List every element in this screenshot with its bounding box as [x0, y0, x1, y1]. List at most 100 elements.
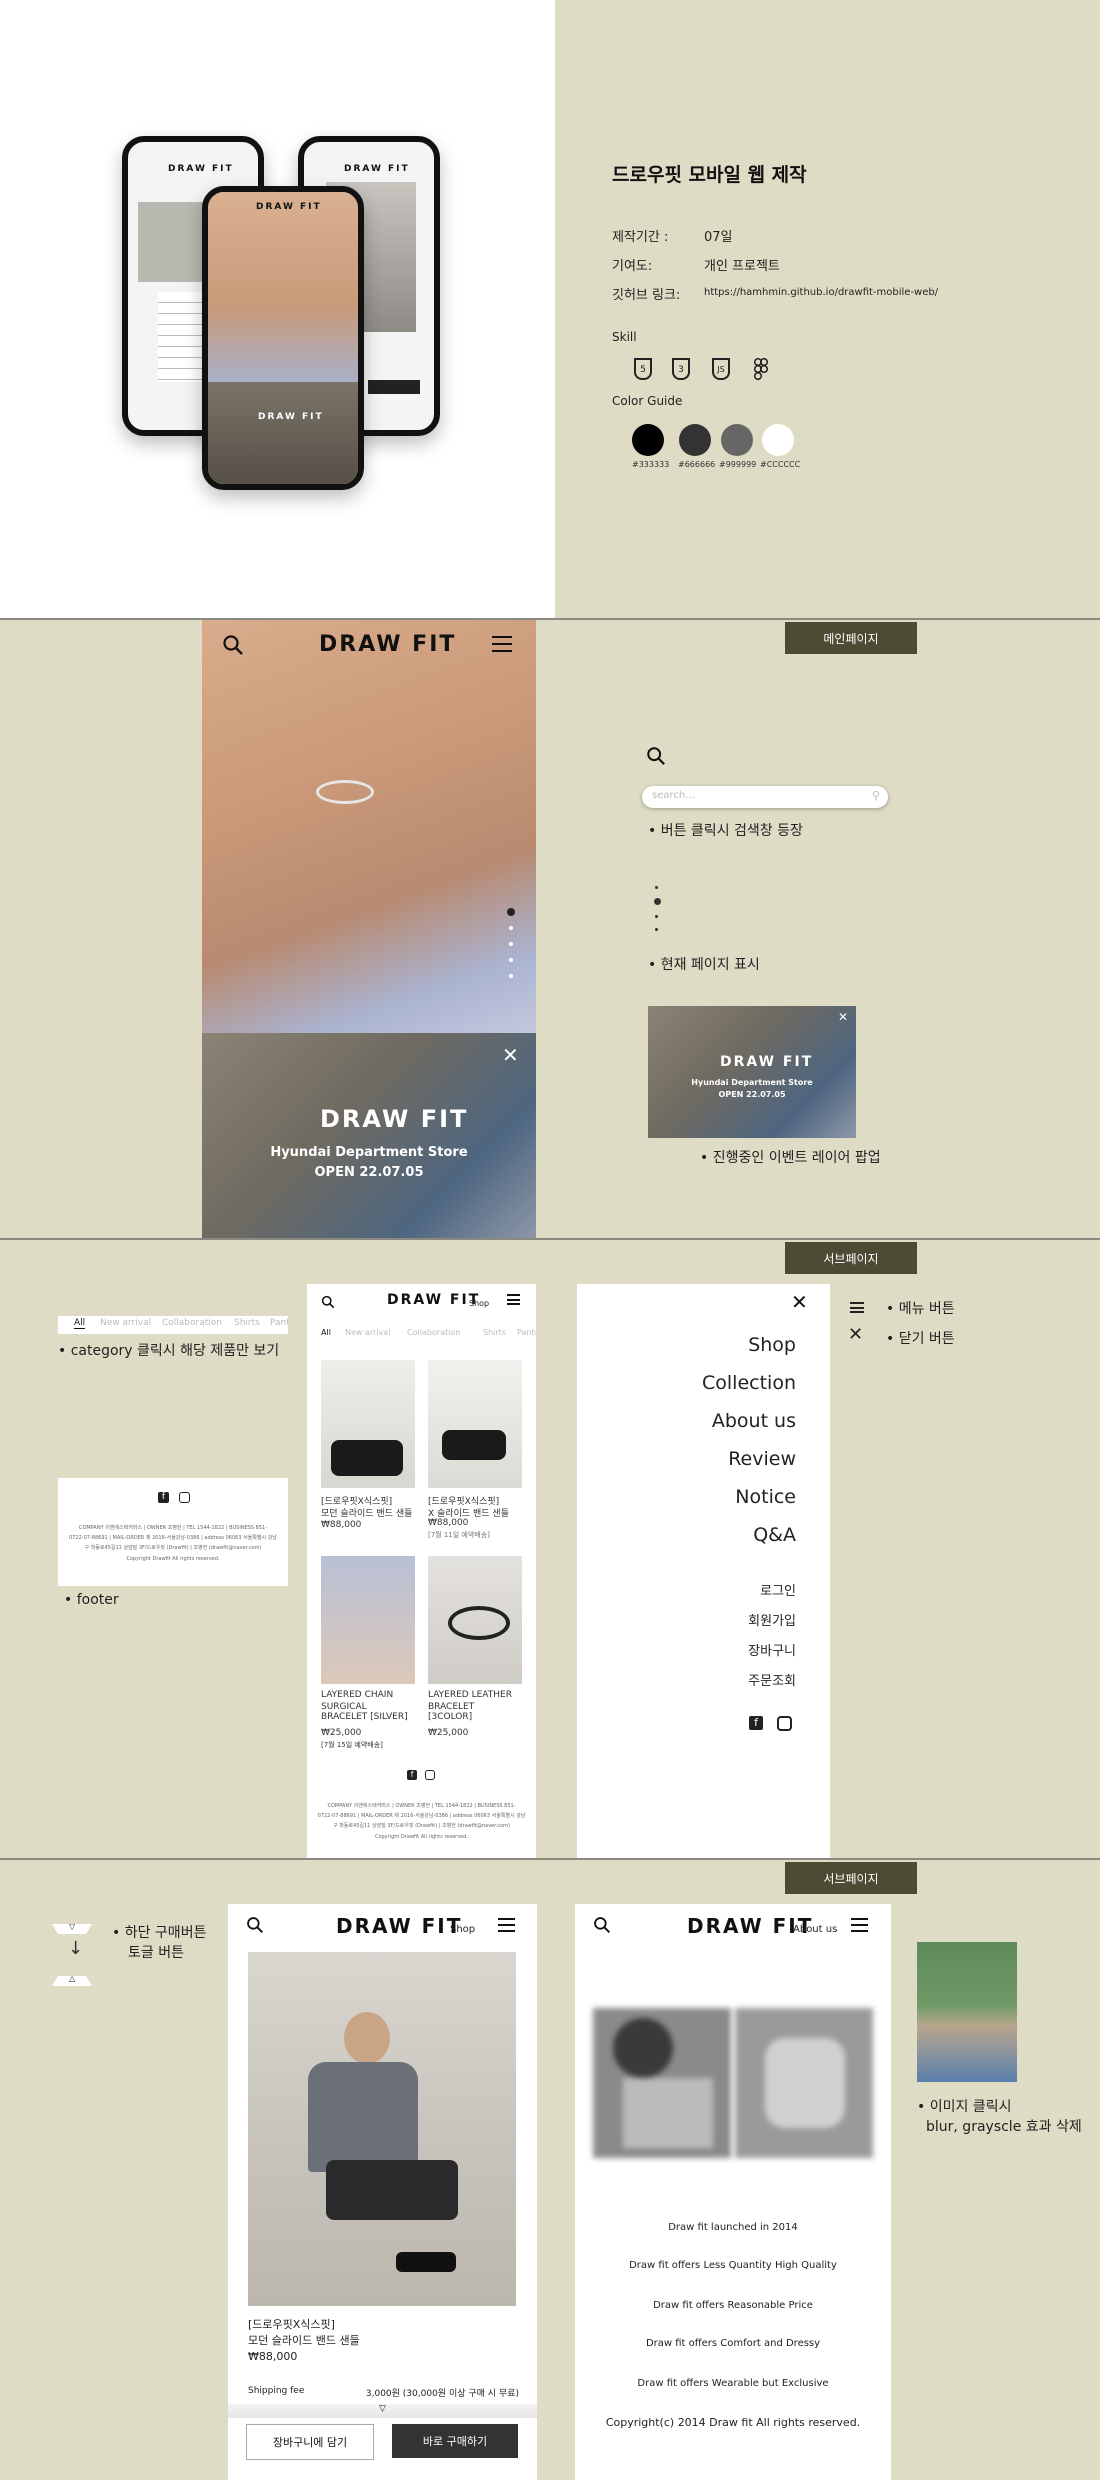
header-logo[interactable]: DRAW FIT — [319, 632, 456, 657]
menu-item-about-us[interactable]: About us — [712, 1410, 796, 1432]
menu-icon[interactable] — [498, 1918, 515, 1932]
about-line: Draw fit launched in 2014 — [668, 2222, 798, 2233]
facebook-icon[interactable]: f — [407, 1770, 417, 1780]
intro-title: 드로우핏 모바일 웹 제작 — [612, 164, 807, 186]
section-tag: 서브페이지 — [785, 1242, 917, 1274]
toggle-down-icon: △ — [52, 1976, 92, 1986]
menu-item-cart[interactable]: 장바구니 — [748, 1640, 796, 1659]
menu-item-notice[interactable]: Notice — [735, 1486, 796, 1508]
facebook-icon[interactable]: f — [749, 1716, 763, 1730]
search-input-demo[interactable]: search... ⚲ — [642, 786, 888, 808]
menu-icon[interactable] — [851, 1918, 868, 1932]
category-pants[interactable]: Pants — [270, 1318, 288, 1328]
about-image-left[interactable] — [593, 2008, 731, 2158]
page-label: About us — [793, 1924, 838, 1935]
note-image-effect: blur, grayscle 효과 삭제 — [926, 2119, 1082, 2135]
close-icon[interactable]: ✕ — [502, 1043, 519, 1067]
product-detail-screen: DRAW FIT Shop [드로우핏X식스핏] 모던 슬라이드 밴드 샌들 ₩… — [228, 1904, 537, 2480]
facebook-icon: f — [158, 1492, 169, 1503]
menu-item-orders[interactable]: 주문조회 — [748, 1670, 796, 1689]
github-label: 깃허브 링크: — [612, 288, 681, 303]
figma-icon — [753, 357, 769, 381]
search-icon[interactable] — [246, 1916, 264, 1938]
product-name[interactable]: LAYERED CHAIN — [321, 1690, 393, 1700]
category-new-arrival[interactable]: New arrival — [100, 1318, 151, 1328]
note-search: 버튼 클릭시 검색창 등장 — [648, 820, 803, 840]
github-link[interactable]: https://hamhmin.github.io/drawfit-mobile… — [704, 287, 938, 298]
product-note: [7월 11일 예약배송] — [428, 1531, 490, 1539]
section-tag: 서브페이지 — [785, 1862, 917, 1894]
product-name[interactable]: LAYERED LEATHER — [428, 1690, 512, 1700]
category-new-arrival[interactable]: New arrival — [345, 1328, 390, 1337]
about-image-right[interactable] — [735, 2008, 873, 2158]
product-name[interactable]: SURGICAL BRACELET [SILVER] — [321, 1702, 411, 1722]
popup-thumbnail: ✕ DRAW FIT Hyundai Department Store OPEN… — [648, 1006, 856, 1138]
sample-image — [917, 1942, 1017, 2082]
instagram-icon[interactable] — [777, 1716, 792, 1731]
color-code-4: #CCCCCC — [760, 460, 801, 469]
popup-store: Hyundai Department Store — [270, 1145, 468, 1160]
product-name: 모던 슬라이드 밴드 샌들 — [248, 2334, 360, 2347]
category-all[interactable]: All — [321, 1328, 331, 1337]
add-to-cart-button[interactable]: 장바구니에 담기 — [246, 2424, 374, 2460]
category-shirts[interactable]: Shirts — [234, 1318, 260, 1328]
search-icon[interactable] — [593, 1916, 611, 1938]
popup-logo: DRAW FIT — [720, 1054, 814, 1070]
page-dot — [655, 915, 658, 918]
search-icon[interactable] — [222, 634, 244, 660]
color-swatch-4 — [762, 424, 794, 456]
contribution-label: 기여도: — [612, 259, 653, 274]
menu-item-shop[interactable]: Shop — [748, 1334, 796, 1356]
menu-item-qna[interactable]: Q&A — [753, 1524, 796, 1546]
ring — [316, 780, 374, 804]
product-price: ₩88,000 — [248, 2350, 298, 2363]
product-image[interactable] — [428, 1360, 522, 1488]
page-dot-active — [654, 898, 661, 905]
header-logo[interactable]: DRAW FIT — [387, 1292, 480, 1308]
note-close-button: 닫기 버튼 — [886, 1328, 955, 1348]
search-icon[interactable] — [321, 1294, 335, 1313]
shop-screen: DRAW FIT Shop All New arrival Collaborat… — [307, 1284, 536, 1858]
menu-item-signup[interactable]: 회원가입 — [748, 1610, 796, 1629]
category-pants[interactable]: Pants — [517, 1328, 536, 1337]
sub-page-section-2: 서브페이지 ▽ ↓ △ 하단 구매버튼 토글 버튼 DRAW FIT Shop … — [0, 1860, 1100, 2480]
popup-logo: DRAW FIT — [320, 1105, 469, 1133]
page-dot[interactable] — [509, 942, 513, 946]
page-dot — [655, 886, 658, 889]
category-shirts[interactable]: Shirts — [483, 1328, 506, 1337]
page-dot[interactable] — [509, 958, 513, 962]
purchase-toggle-icon[interactable]: ▽ — [228, 2404, 537, 2418]
menu-icon[interactable] — [492, 636, 512, 652]
product-price: ₩88,000 — [428, 1518, 469, 1528]
footer-demo: f COMPANY 이앤에스텍커머스 | OWNER 조병헌 | TEL 154… — [58, 1478, 288, 1586]
product-name[interactable]: BRACELET [3COLOR] — [428, 1702, 518, 1722]
page-dot[interactable] — [509, 974, 513, 978]
product-image[interactable] — [321, 1556, 415, 1684]
instagram-icon[interactable] — [425, 1770, 435, 1780]
footer-line: Copyright Drawfit All rights reserved. — [126, 1556, 220, 1562]
copyright: Copyright(c) 2014 Draw fit All rights re… — [605, 2416, 861, 2429]
product-image[interactable] — [428, 1556, 522, 1684]
page-dot-active[interactable] — [507, 908, 515, 916]
menu-icon[interactable] — [507, 1294, 520, 1305]
product-name[interactable]: 모던 슬라이드 밴드 샌들 — [321, 1506, 412, 1519]
shipping-label: Shipping fee — [248, 2386, 305, 2396]
product-image[interactable] — [321, 1360, 415, 1488]
menu-item-review[interactable]: Review — [728, 1448, 796, 1470]
toggle-up-icon: ▽ — [52, 1924, 92, 1934]
category-collaboration[interactable]: Collaboration — [162, 1318, 222, 1328]
menu-item-login[interactable]: 로그인 — [760, 1580, 796, 1599]
note-image-click: 이미지 클릭시 — [917, 2096, 1012, 2116]
header-logo[interactable]: DRAW FIT — [336, 1914, 462, 1938]
page-dot[interactable] — [509, 926, 513, 930]
color-swatch-1 — [632, 424, 664, 456]
popup-open-date: OPEN 22.07.05 — [314, 1165, 424, 1180]
buy-now-button[interactable]: 바로 구매하기 — [392, 2424, 518, 2458]
close-icon[interactable]: ✕ — [791, 1290, 808, 1314]
footer-line: 0722-07-88691 | MAIL-ORDER 제 2016-서울강남-0… — [317, 1813, 526, 1819]
footer-line: COMPANY 이앤에스텍커머스 | OWNER 조병헌 | TEL 1544-… — [327, 1803, 516, 1809]
footer-line: 0722-07-88691 | MAIL-ORDER 제 2016-서울강남-0… — [69, 1535, 277, 1541]
menu-item-collection[interactable]: Collection — [702, 1372, 796, 1394]
category-all[interactable]: All — [74, 1318, 86, 1329]
category-collaboration[interactable]: Collaboration — [407, 1328, 460, 1337]
